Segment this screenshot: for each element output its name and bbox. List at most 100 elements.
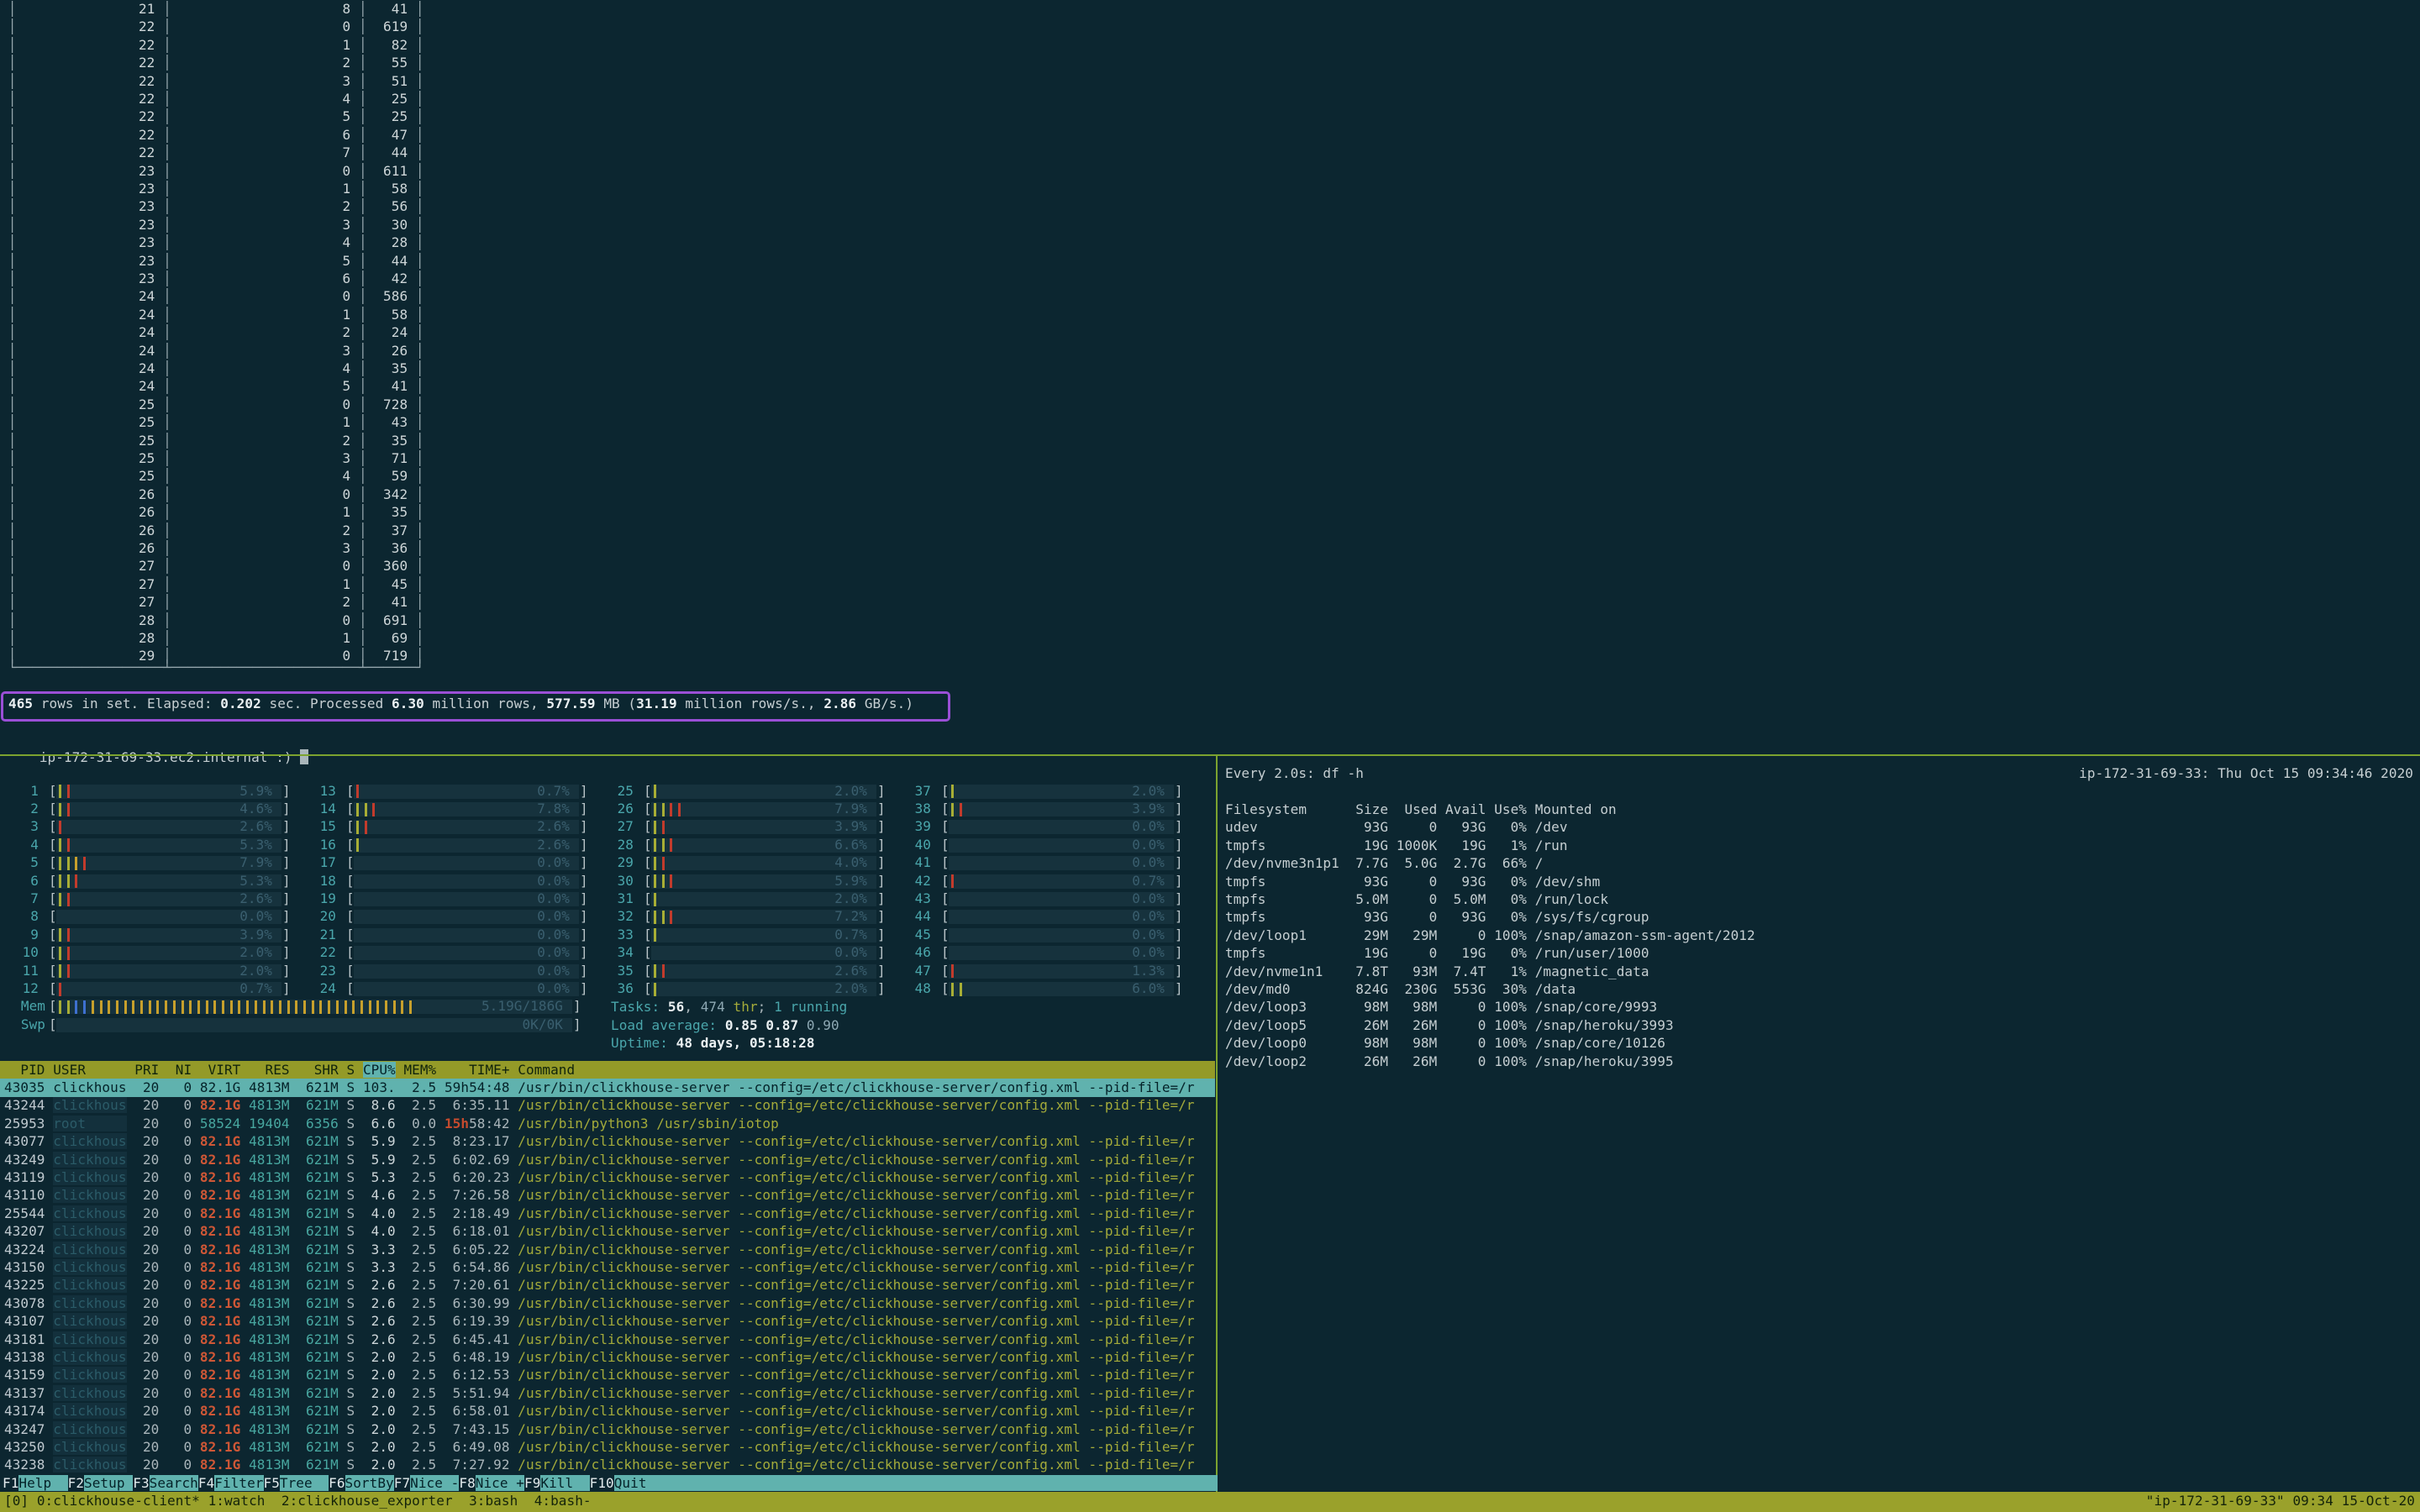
fkey-f7[interactable]: F7Nice -: [394, 1475, 460, 1491]
tmux-window-1[interactable]: 1:watch: [208, 1493, 281, 1509]
process-row-text: 43159 clickhous 20 0 82.1G 4813M 621M S …: [4, 1366, 1195, 1384]
query-summary-box: 465 rows in set. Elapsed: 0.202 sec. Pro…: [1, 691, 950, 722]
fkey-f4[interactable]: F4Filter: [198, 1475, 264, 1491]
table-row: │ 27 │ 1 │ 45 │: [0, 575, 424, 594]
df-row-tmpfs: tmpfs 93G 0 93G 0% /dev/shm: [1225, 873, 1600, 891]
tmux-window-2[interactable]: 2:clickhouse_exporter: [281, 1493, 469, 1509]
table-row: │ 25 │ 3 │ 71 │: [0, 449, 424, 468]
process-row-43250[interactable]: 43250 clickhous 20 0 82.1G 4813M 621M S …: [0, 1438, 1215, 1457]
process-row-43247[interactable]: 43247 clickhous 20 0 82.1G 4813M 621M S …: [0, 1420, 1215, 1439]
process-row-43138[interactable]: 43138 clickhous 20 0 82.1G 4813M 621M S …: [0, 1348, 1215, 1367]
process-row-text: 43119 clickhous 20 0 82.1G 4813M 621M S …: [4, 1168, 1195, 1187]
prompt-text: ip-172-31-69-33.ec2.internal :): [39, 749, 301, 765]
table-row: │ 28 │ 0 │ 691 │: [0, 612, 424, 630]
process-row-43150[interactable]: 43150 clickhous 20 0 82.1G 4813M 621M S …: [0, 1258, 1215, 1277]
df-row--dev-loop0: /dev/loop0 98M 98M 0 100% /snap/core/101…: [1225, 1034, 1665, 1053]
table-row: │ 25 │ 2 │ 35 │: [0, 432, 424, 450]
process-row-43107[interactable]: 43107 clickhous 20 0 82.1G 4813M 621M S …: [0, 1312, 1215, 1331]
process-row-text: 43181 clickhous 20 0 82.1G 4813M 621M S …: [4, 1331, 1195, 1349]
table-row: │ 22 │ 5 │ 25 │: [0, 108, 424, 126]
fkey-f3[interactable]: F3Search: [133, 1475, 198, 1491]
process-row-43110[interactable]: 43110 clickhous 20 0 82.1G 4813M 621M S …: [0, 1186, 1215, 1205]
process-row-text: 43150 clickhous 20 0 82.1G 4813M 621M S …: [4, 1258, 1195, 1277]
process-table-header-text: PID USER PRI NI VIRT RES SHR S CPU% MEM%…: [4, 1061, 575, 1079]
process-row-25544[interactable]: 25544 clickhous 20 0 82.1G 4813M 621M S …: [0, 1205, 1215, 1223]
load-average: Load average: 0.85 0.87 0.90: [611, 1016, 839, 1035]
process-row-43035[interactable]: 43035 clickhous 20 0 82.1G 4813M 621M S …: [0, 1079, 1215, 1097]
process-row-text: 43249 clickhous 20 0 82.1G 4813M 621M S …: [4, 1151, 1195, 1169]
table-row: │ 25 │ 0 │ 728 │: [0, 396, 424, 414]
table-row: │ 23 │ 6 │ 42 │: [0, 270, 424, 288]
table-row: │ 26 │ 0 │ 342 │: [0, 486, 424, 504]
uptime: Uptime: 48 days, 05:18:28: [611, 1034, 815, 1053]
tmux-window-3[interactable]: 3:bash: [469, 1493, 534, 1509]
table-row: │ 22 │ 1 │ 82 │: [0, 36, 424, 55]
df-row--dev-loop1: /dev/loop1 29M 29M 0 100% /snap/amazon-s…: [1225, 927, 1755, 945]
fkey-f1[interactable]: F1Help: [3, 1475, 68, 1491]
process-row-text: 43250 clickhous 20 0 82.1G 4813M 621M S …: [4, 1438, 1195, 1457]
process-row-text: 43138 clickhous 20 0 82.1G 4813M 621M S …: [4, 1348, 1195, 1367]
fkey-f10[interactable]: F10Quit: [590, 1475, 1218, 1491]
table-row: │ 23 │ 1 │ 58 │: [0, 180, 424, 198]
fkey-f2[interactable]: F2Setup: [68, 1475, 134, 1491]
tmux-horizontal-pane-border[interactable]: [0, 754, 2420, 756]
fkey-f9[interactable]: F9Kill: [524, 1475, 590, 1491]
cpu-meter-40: 40[0.0%]: [0, 837, 1215, 855]
query-summary-text: 465 rows in set. Elapsed: 0.202 sec. Pro…: [8, 695, 913, 713]
table-row: │ 25 │ 1 │ 43 │: [0, 413, 424, 432]
table-row: │ 24 │ 4 │ 35 │: [0, 360, 424, 378]
table-row: │ 22 │ 2 │ 55 │: [0, 54, 424, 72]
fkey-f8[interactable]: F8Nice +: [459, 1475, 524, 1491]
process-row-43077[interactable]: 43077 clickhous 20 0 82.1G 4813M 621M S …: [0, 1132, 1215, 1151]
process-row-43119[interactable]: 43119 clickhous 20 0 82.1G 4813M 621M S …: [0, 1168, 1215, 1187]
table-row: │ 22 │ 4 │ 25 │: [0, 90, 424, 108]
cpu-meter-38: 38[3.9%]: [0, 801, 1215, 819]
table-row: │ 23 │ 2 │ 56 │: [0, 197, 424, 216]
table-row: │ 22 │ 6 │ 47 │: [0, 126, 424, 144]
cpu-meter-44: 44[0.0%]: [0, 908, 1215, 927]
process-row-43181[interactable]: 43181 clickhous 20 0 82.1G 4813M 621M S …: [0, 1331, 1215, 1349]
table-row: │ 22 │ 0 │ 619 │: [0, 18, 424, 36]
process-row-text: 43077 clickhous 20 0 82.1G 4813M 621M S …: [4, 1132, 1195, 1151]
process-row-text: 25953 root 20 0 58524 19404 6356 S 6.6 0…: [4, 1115, 779, 1133]
tmux-window-4[interactable]: 4:bash-: [534, 1493, 600, 1509]
process-row-text: 43224 clickhous 20 0 82.1G 4813M 621M S …: [4, 1241, 1195, 1259]
process-row-43249[interactable]: 43249 clickhous 20 0 82.1G 4813M 621M S …: [0, 1151, 1215, 1169]
cpu-meter-37: 37[2.0%]: [0, 783, 1215, 801]
df-row-udev: udev 93G 0 93G 0% /dev: [1225, 818, 1568, 837]
process-row-43207[interactable]: 43207 clickhous 20 0 82.1G 4813M 621M S …: [0, 1222, 1215, 1241]
table-row: │ 25 │ 4 │ 59 │: [0, 467, 424, 486]
process-row-43137[interactable]: 43137 clickhous 20 0 82.1G 4813M 621M S …: [0, 1384, 1215, 1403]
process-row-text: 43107 clickhous 20 0 82.1G 4813M 621M S …: [4, 1312, 1195, 1331]
memory-meter: Mem[5.19G/186G]: [0, 998, 1215, 1016]
swap-meter: Swp[0K/0K]: [0, 1016, 1215, 1035]
cpu-meter-45: 45[0.0%]: [0, 927, 1215, 945]
process-table-header[interactable]: PID USER PRI NI VIRT RES SHR S CPU% MEM%…: [0, 1061, 1215, 1079]
terminal-screen: │ 21 │ 8 │ 41 │ │ 22 │ 0 │ 619 │ │ 22 │ …: [0, 0, 2420, 1512]
tmux-status-bar: [0] 0:clickhouse-client* 1:watch 2:click…: [0, 1492, 2420, 1512]
table-row: │ 24 │ 5 │ 41 │: [0, 377, 424, 396]
process-row-43244[interactable]: 43244 clickhous 20 0 82.1G 4813M 621M S …: [0, 1096, 1215, 1115]
process-row-43225[interactable]: 43225 clickhous 20 0 82.1G 4813M 621M S …: [0, 1276, 1215, 1294]
process-row-43078[interactable]: 43078 clickhous 20 0 82.1G 4813M 621M S …: [0, 1294, 1215, 1313]
df-row-tmpfs: tmpfs 93G 0 93G 0% /sys/fs/cgroup: [1225, 908, 1649, 927]
fkey-f6[interactable]: F6SortBy: [329, 1475, 394, 1491]
process-row-43238[interactable]: 43238 clickhous 20 0 82.1G 4813M 621M S …: [0, 1456, 1215, 1474]
process-row-43224[interactable]: 43224 clickhous 20 0 82.1G 4813M 621M S …: [0, 1241, 1215, 1259]
fkey-f5[interactable]: F5Tree: [264, 1475, 329, 1491]
table-row: │ 24 │ 0 │ 586 │: [0, 287, 424, 306]
process-row-25953[interactable]: 25953 root 20 0 58524 19404 6356 S 6.6 0…: [0, 1115, 1215, 1133]
cpu-meter-46: 46[0.0%]: [0, 944, 1215, 963]
process-row-43174[interactable]: 43174 clickhous 20 0 82.1G 4813M 621M S …: [0, 1402, 1215, 1420]
process-row-43159[interactable]: 43159 clickhous 20 0 82.1G 4813M 621M S …: [0, 1366, 1215, 1384]
process-row-text: 43238 clickhous 20 0 82.1G 4813M 621M S …: [4, 1456, 1195, 1474]
prompt-line[interactable]: ip-172-31-69-33.ec2.internal :): [7, 730, 308, 748]
tmux-vertical-pane-border[interactable]: [1216, 754, 1218, 1492]
table-row: │ 23 │ 0 │ 611 │: [0, 162, 424, 181]
process-row-text: 43244 clickhous 20 0 82.1G 4813M 621M S …: [4, 1096, 1195, 1115]
tmux-window-list: [0] 0:clickhouse-client* 1:watch 2:click…: [4, 1492, 599, 1510]
table-row: │ 22 │ 3 │ 51 │: [0, 72, 424, 91]
tmux-window-0[interactable]: 0:clickhouse-client*: [37, 1493, 208, 1509]
df-row--dev-md0: /dev/md0 824G 230G 553G 30% /data: [1225, 980, 1576, 999]
table-row: │ 23 │ 5 │ 44 │: [0, 252, 424, 270]
